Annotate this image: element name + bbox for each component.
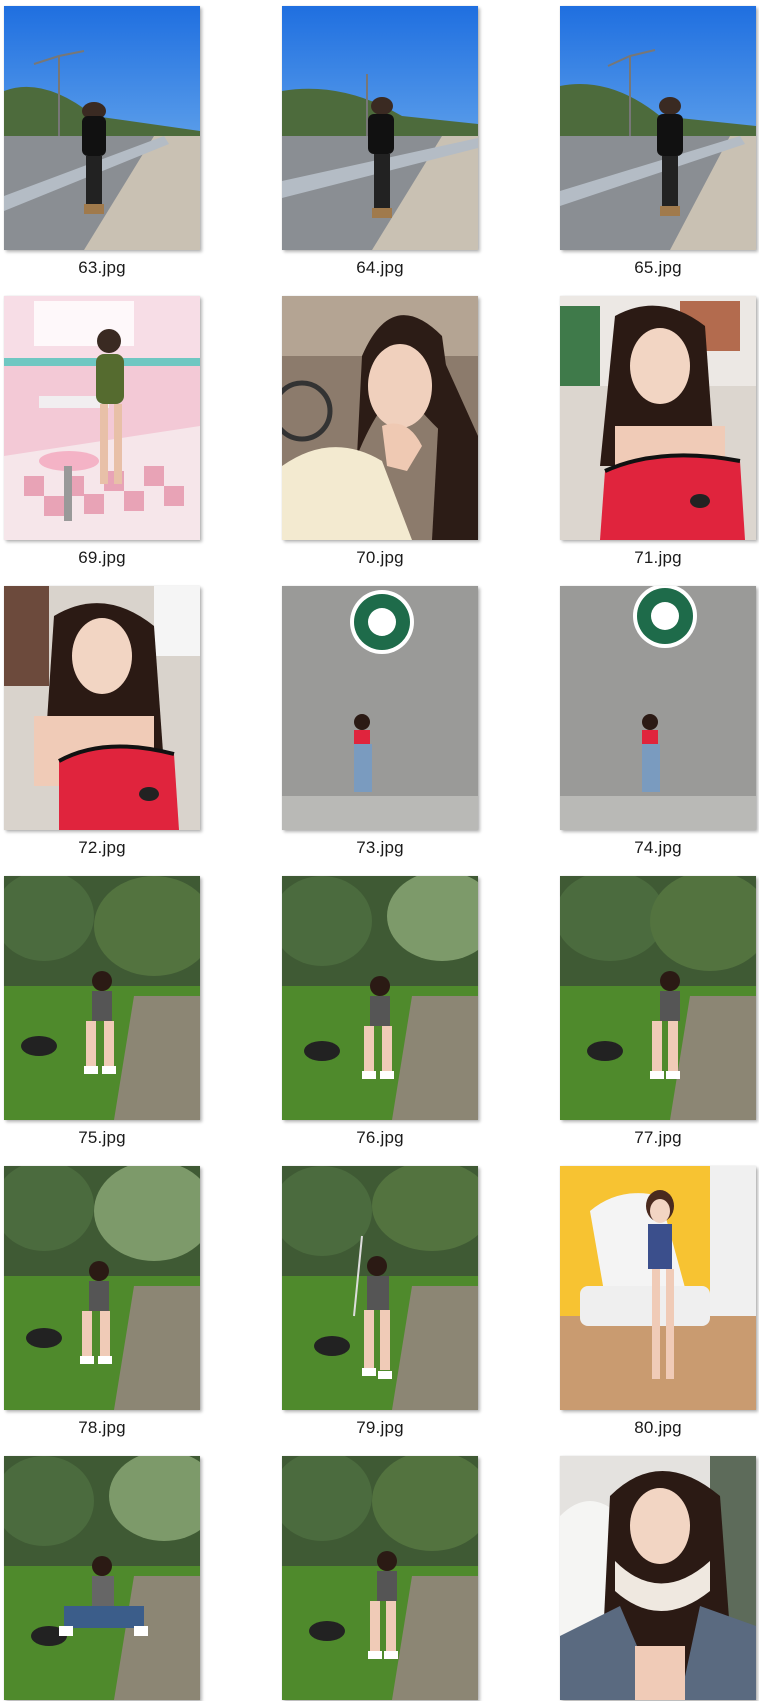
file-name-label: 64.jpg <box>356 258 404 277</box>
file-name-label: 73.jpg <box>356 838 404 857</box>
file-name-label: 74.jpg <box>634 838 682 857</box>
photo-thumbnail-icon <box>4 1166 200 1410</box>
file-tile[interactable]: 75.jpg <box>0 870 200 1160</box>
file-tile[interactable]: 73.jpg <box>278 580 478 870</box>
photo-thumbnail-icon <box>560 586 756 830</box>
photo-thumbnail-icon <box>4 586 200 830</box>
file-name-label: 78.jpg <box>78 1418 126 1437</box>
file-thumbnail-grid: 63.jpg 64.jpg 65.jpg 69.jpg 70.jpg 71.jp… <box>0 0 759 1701</box>
photo-thumbnail-icon <box>4 296 200 540</box>
photo-thumbnail-icon <box>282 586 478 830</box>
file-tile[interactable]: 80.jpg <box>556 1160 756 1450</box>
file-name-label: 77.jpg <box>634 1128 682 1147</box>
file-tile[interactable]: 79.jpg <box>278 1160 478 1450</box>
file-name-label: 79.jpg <box>356 1418 404 1437</box>
photo-thumbnail-icon <box>282 6 478 250</box>
photo-thumbnail-icon <box>560 6 756 250</box>
file-name-label: 76.jpg <box>356 1128 404 1147</box>
file-name-label: 70.jpg <box>356 548 404 567</box>
file-tile[interactable]: 77.jpg <box>556 870 756 1160</box>
file-name-label: 80.jpg <box>634 1418 682 1437</box>
photo-thumbnail-icon <box>4 1456 200 1700</box>
file-tile[interactable]: 65.jpg <box>556 0 756 290</box>
photo-thumbnail-icon <box>282 1166 478 1410</box>
file-name-label: 72.jpg <box>78 838 126 857</box>
file-tile[interactable]: 76.jpg <box>278 870 478 1160</box>
file-tile[interactable]: 63.jpg <box>0 0 200 290</box>
file-tile[interactable]: 64.jpg <box>278 0 478 290</box>
file-tile[interactable] <box>556 1450 756 1701</box>
photo-thumbnail-icon <box>282 876 478 1120</box>
photo-thumbnail-icon <box>560 296 756 540</box>
file-tile[interactable]: 72.jpg <box>0 580 200 870</box>
photo-thumbnail-icon <box>560 1456 756 1700</box>
file-tile[interactable]: 69.jpg <box>0 290 200 580</box>
file-tile[interactable]: 74.jpg <box>556 580 756 870</box>
file-tile[interactable]: 70.jpg <box>278 290 478 580</box>
photo-thumbnail-icon <box>4 6 200 250</box>
file-tile[interactable]: 78.jpg <box>0 1160 200 1450</box>
photo-thumbnail-icon <box>282 1456 478 1700</box>
photo-thumbnail-icon <box>560 876 756 1120</box>
file-tile[interactable] <box>0 1450 200 1701</box>
photo-thumbnail-icon <box>4 876 200 1120</box>
file-name-label: 71.jpg <box>634 548 682 567</box>
file-name-label: 75.jpg <box>78 1128 126 1147</box>
file-tile[interactable] <box>278 1450 478 1701</box>
photo-thumbnail-icon <box>282 296 478 540</box>
photo-thumbnail-icon <box>560 1166 756 1410</box>
file-name-label: 65.jpg <box>634 258 682 277</box>
file-name-label: 69.jpg <box>78 548 126 567</box>
file-name-label: 63.jpg <box>78 258 126 277</box>
file-tile[interactable]: 71.jpg <box>556 290 756 580</box>
